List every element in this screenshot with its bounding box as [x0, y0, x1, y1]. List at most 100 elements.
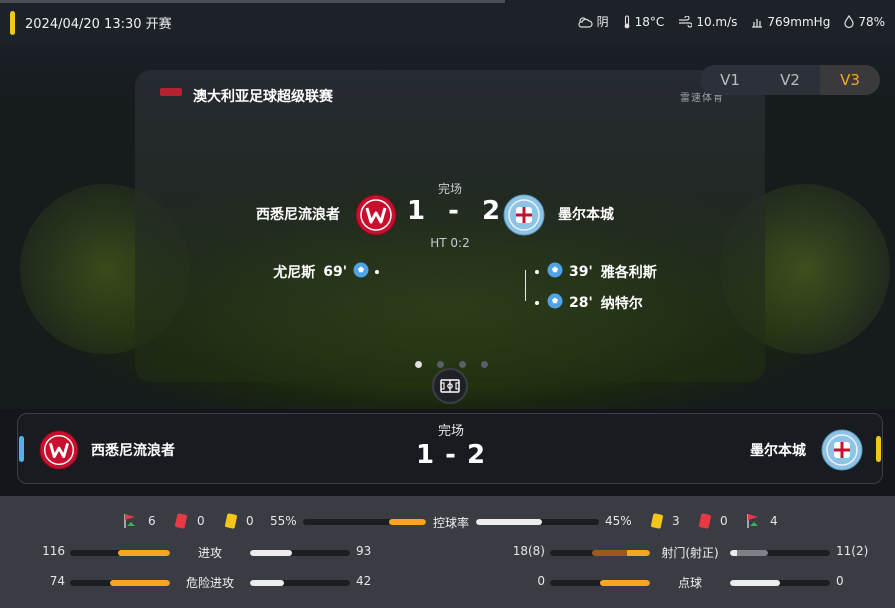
- header-accent-bar: [10, 11, 15, 35]
- home-team-name: 西悉尼流浪者: [256, 207, 340, 223]
- away-accent-bar: [876, 436, 881, 462]
- home-stat-value: 116: [42, 544, 65, 558]
- yellow-card-icon: [650, 513, 664, 529]
- tab-v2[interactable]: V2: [760, 65, 820, 95]
- home-stat-fill: [110, 580, 170, 586]
- away-red-cards: 0: [720, 514, 728, 528]
- home-possession-bar: [303, 519, 426, 525]
- wind-speed-text: 10.m/s: [696, 14, 738, 29]
- red-card-icon: [174, 513, 188, 529]
- goal-player: 尤尼斯: [273, 265, 316, 281]
- away-stat-bar: [250, 550, 350, 556]
- pager-dot-2[interactable]: [437, 361, 444, 368]
- corner-flag-icon: [745, 512, 763, 533]
- stat-label: 点球: [677, 576, 702, 590]
- timeline-line: [525, 270, 526, 301]
- pager-dot-3[interactable]: [459, 361, 466, 368]
- halftime-score: HT 0:2: [430, 236, 470, 250]
- home-stat-fill: [592, 550, 650, 556]
- thermometer-icon: [624, 14, 630, 28]
- goal-minute: 28': [569, 295, 593, 311]
- pressure-icon: [752, 18, 763, 28]
- away-stat-value: 93: [356, 544, 372, 558]
- pitch-icon: [440, 379, 460, 393]
- yellow-card-icon: [224, 513, 238, 529]
- away-stat-value: 42: [356, 574, 372, 588]
- goal-player: 雅各利斯: [600, 265, 657, 281]
- stats-summary-row: 6 0 0 55% 控球率 45% 3 0 4: [0, 512, 895, 533]
- home-yellow-cards: 0: [246, 514, 254, 528]
- away-possession-bar: [476, 519, 599, 525]
- away-stat-bar: [730, 580, 830, 586]
- home-stat-bar: [70, 580, 170, 586]
- weather-info: 阴 18°C 10.m/s 769mmHg 78%: [563, 13, 885, 30]
- away-stat-fill: [730, 580, 780, 586]
- stat-label: 射门(射正): [661, 546, 719, 560]
- humidity: 78%: [844, 15, 885, 29]
- away-team-badge: [821, 429, 863, 475]
- home-team-badge: [355, 194, 397, 240]
- home-stat-value: 74: [49, 574, 65, 588]
- home-stat-value: 0: [537, 574, 545, 588]
- away-score: 2: [482, 196, 502, 226]
- cloud-sun-icon: [578, 16, 593, 28]
- home-stat-fill: [118, 550, 170, 556]
- league-name: 澳大利亚足球超级联赛: [193, 89, 333, 105]
- version-tabs: V1 V2 V3: [700, 65, 880, 95]
- soccer-ball-icon: [547, 262, 563, 282]
- tab-v3[interactable]: V3: [820, 65, 880, 95]
- home-stat-bar: [550, 580, 650, 586]
- away-stat-fill: [250, 550, 292, 556]
- home-stat-value: 18(8): [512, 544, 545, 558]
- home-goal-event: 尤尼斯 69': [273, 262, 379, 282]
- score-row: 西悉尼流浪者 1 - 2 墨尔本城: [135, 194, 765, 236]
- score-card[interactable]: 西悉尼流浪者 完场 1 - 2 墨尔本城: [17, 413, 883, 484]
- away-stat-value: 0: [836, 574, 844, 588]
- home-corners: 6: [148, 514, 156, 528]
- top-bar: 2024/04/20 13:30 开赛 阴 18°C 10.m/s 769mmH…: [0, 0, 895, 44]
- tab-v1[interactable]: V1: [700, 65, 760, 95]
- carousel-pager: [415, 361, 503, 368]
- away-stat-value: 11(2): [836, 544, 869, 558]
- wind-speed: 10.m/s: [678, 15, 737, 29]
- away-goal-event: 28' 纳特尔: [535, 293, 643, 313]
- humidity-text: 78%: [858, 14, 885, 29]
- pager-dot-4[interactable]: [481, 361, 488, 368]
- match-info-panel[interactable]: 澳大利亚足球超级联赛 雷速体育 完场 西悉尼流浪者 1 - 2 墨尔本城 HT …: [135, 70, 765, 382]
- stat-label: 危险进攻: [185, 576, 234, 590]
- timeline-dot: [535, 270, 539, 274]
- away-team-name: 墨尔本城: [558, 207, 614, 223]
- goal-minute: 39': [569, 264, 593, 280]
- away-yellow-cards: 3: [672, 514, 680, 528]
- temperature-text: 18°C: [634, 14, 665, 29]
- match-stage: 澳大利亚足球超级联赛 雷速体育 完场 西悉尼流浪者 1 - 2 墨尔本城 HT …: [0, 44, 895, 409]
- away-team-name: 墨尔本城: [750, 443, 806, 459]
- score-separator: -: [448, 196, 460, 226]
- timeline-dot: [375, 270, 379, 274]
- match-status: 完场: [437, 424, 464, 439]
- home-red-cards: 0: [197, 514, 205, 528]
- weather-condition-text: 阴: [596, 15, 609, 29]
- away-corners: 4: [770, 514, 778, 528]
- possession-label: 控球率: [432, 516, 469, 530]
- home-stat-bar: [70, 550, 170, 556]
- soccer-ball-icon: [547, 293, 563, 313]
- pager-dot-1[interactable]: [415, 361, 422, 368]
- soccer-ball-icon: [353, 262, 369, 282]
- home-stat-bar: [550, 550, 650, 556]
- stats-panel: 6 0 0 55% 控球率 45% 3 0 4 116 进攻 93 74 危险进攻 42 …: [0, 496, 895, 608]
- goal-player: 纳特尔: [600, 296, 643, 312]
- temperature: 18°C: [623, 14, 665, 29]
- red-card-icon: [698, 513, 712, 529]
- away-possession: 45%: [605, 514, 632, 528]
- away-goal-event: 39' 雅各利斯: [535, 262, 657, 282]
- away-stat-fill: [730, 550, 768, 556]
- pitch-view-button[interactable]: [432, 368, 468, 404]
- goal-minute: 69': [323, 264, 347, 280]
- home-score: 1: [407, 196, 427, 226]
- corner-flag-icon: [122, 512, 140, 533]
- droplet-icon: [844, 15, 854, 28]
- away-stat-bar: [730, 550, 830, 556]
- timeline-dot: [535, 301, 539, 305]
- stat-label: 进攻: [197, 546, 222, 560]
